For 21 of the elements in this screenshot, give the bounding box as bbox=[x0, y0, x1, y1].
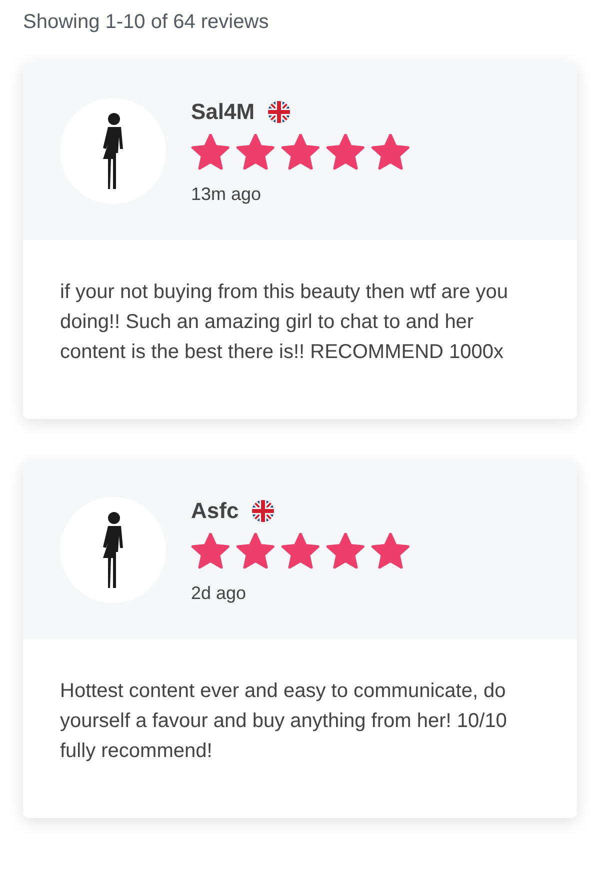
star-icon bbox=[371, 134, 410, 170]
star-icon bbox=[326, 532, 365, 570]
star-icon bbox=[281, 532, 320, 570]
star-icon bbox=[191, 134, 230, 170]
person-icon bbox=[102, 510, 124, 590]
review-time: 13m ago bbox=[191, 182, 262, 204]
review-text: if your not buying from this beauty then wtf are you doing!! Such an amazing girl to chat to and her content is the best there is!! RECOMMEND 1000x bbox=[60, 280, 510, 365]
uk-flag-icon bbox=[250, 498, 275, 522]
star-icon bbox=[371, 532, 410, 570]
star-icon bbox=[191, 532, 230, 570]
review-count: Showing 1-10 of 64 reviews bbox=[23, 10, 270, 35]
reviewer-name: Asfc bbox=[191, 496, 239, 524]
reviewer-name: Sal4M bbox=[191, 98, 255, 126]
review-text: Hottest content ever and easy to communicate, do yourself a favour and buy anything from her! 10/10 fully recommend! bbox=[60, 679, 508, 764]
star-icon bbox=[326, 134, 365, 170]
star-icon bbox=[236, 532, 275, 570]
star-icon bbox=[236, 134, 275, 170]
uk-flag-icon bbox=[266, 100, 291, 124]
star-icon bbox=[281, 134, 320, 170]
review-time: 2d ago bbox=[191, 582, 248, 604]
person-icon bbox=[102, 111, 124, 191]
